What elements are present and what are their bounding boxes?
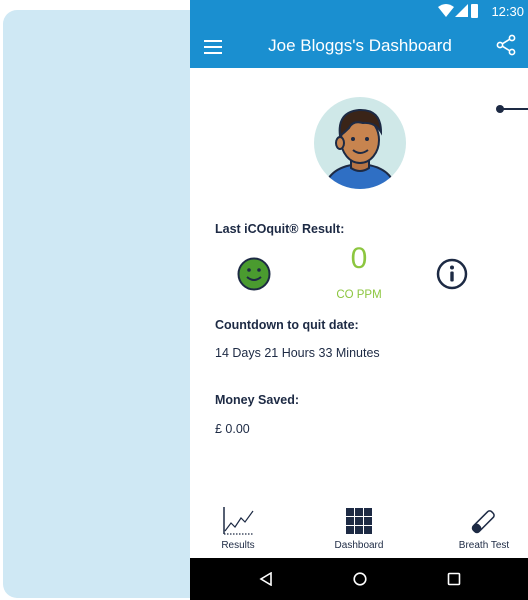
connector-line: [496, 105, 528, 113]
share-icon[interactable]: [496, 34, 516, 56]
tab-results[interactable]: Results: [204, 500, 272, 558]
grid-icon: [346, 508, 372, 534]
smiley-icon: [237, 257, 271, 291]
signal-icon: [455, 4, 468, 17]
tab-breath-test-label: Breath Test: [458, 540, 510, 551]
co-reading-unit: CO PPM: [336, 289, 382, 301]
breath-tester-icon: [471, 510, 495, 534]
tab-results-label: Results: [221, 540, 255, 551]
avatar: [314, 97, 406, 189]
info-icon[interactable]: [436, 258, 468, 290]
app-bar: Joe Bloggs's Dashboard: [190, 24, 528, 68]
bottom-tab-bar: Results Dashboard Breath Test: [190, 500, 528, 558]
phone-screen: 12:30 Joe Bloggs's Dashboard Last iCOqui…: [190, 0, 528, 600]
battery-icon: [471, 4, 478, 18]
status-time: 12:30: [491, 4, 524, 19]
tab-breath-test[interactable]: Breath Test: [444, 500, 524, 558]
tab-dashboard[interactable]: Dashboard: [326, 500, 392, 558]
page-title: Joe Bloggs's Dashboard: [268, 36, 452, 55]
co-reading-value: 0: [350, 242, 368, 275]
money-saved-value: £ 0.00: [215, 422, 250, 436]
home-icon[interactable]: [353, 572, 367, 586]
last-result-label: Last iCOquit® Result:: [215, 222, 345, 236]
tab-dashboard-label: Dashboard: [334, 540, 384, 551]
android-nav-bar: [190, 558, 528, 600]
countdown-label: Countdown to quit date:: [215, 318, 359, 332]
results-chart-icon: [223, 507, 254, 535]
money-saved-label: Money Saved:: [215, 393, 300, 407]
recents-icon[interactable]: [447, 572, 461, 586]
status-bar: 12:30: [190, 0, 528, 24]
wifi-icon: [438, 4, 454, 17]
menu-icon[interactable]: [204, 36, 222, 56]
back-icon[interactable]: [259, 572, 273, 586]
countdown-value: 14 Days 21 Hours 33 Minutes: [215, 346, 380, 360]
